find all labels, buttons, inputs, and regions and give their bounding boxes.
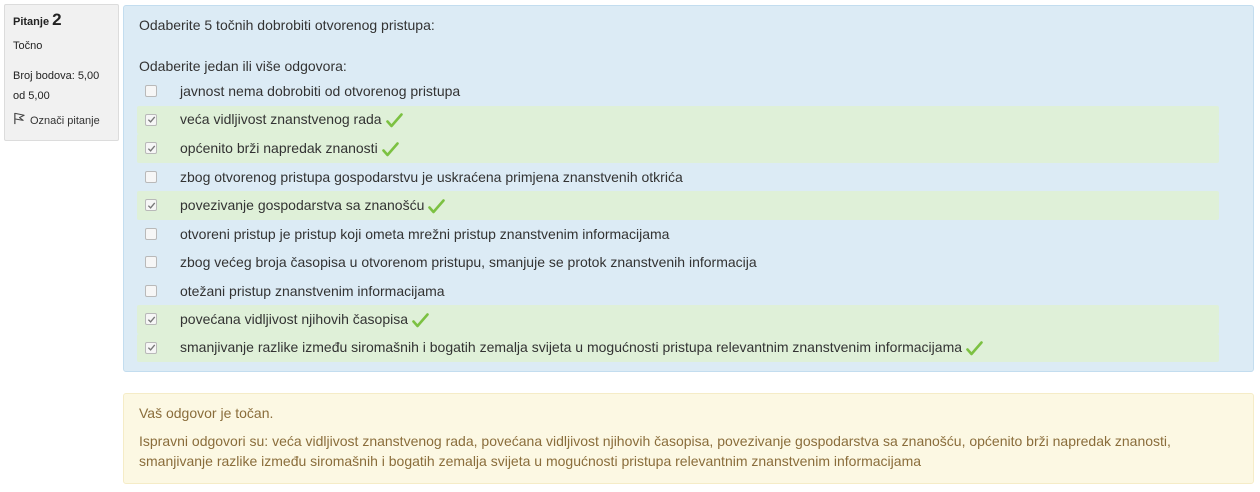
grade-line-1: Broj bodova: 5,00: [13, 70, 100, 82]
answer-option[interactable]: općenito brži napredak znanosti: [137, 134, 1219, 163]
answer-checkbox[interactable]: [145, 199, 157, 211]
answer-option[interactable]: javnost nema dobrobiti od otvorenog pris…: [137, 77, 1219, 106]
question-grade: Broj bodova: 5,00 od 5,00: [13, 66, 110, 106]
answer-label: javnost nema dobrobiti od otvorenog pris…: [180, 83, 461, 100]
question-number: 2: [52, 10, 62, 29]
question-label: Pitanje: [13, 16, 50, 28]
answer-prompt: Odaberite jedan ili više odgovora:: [139, 58, 347, 74]
answer-checkbox[interactable]: [145, 113, 157, 126]
answer-option[interactable]: smanjivanje razlike između siromašnih i …: [137, 333, 1219, 362]
question-state: Točno: [13, 40, 43, 52]
answer-label: zbog većeg broja časopisa u otvorenom pr…: [180, 254, 757, 271]
answer-checkbox[interactable]: [145, 85, 157, 97]
answer-label: zbog otvorenog pristupa gospodarstvu je …: [180, 168, 683, 185]
correct-check-icon: [428, 198, 446, 213]
answer-checkbox[interactable]: [145, 227, 157, 240]
answer-checkbox[interactable]: [145, 170, 157, 183]
answer-checkbox[interactable]: [145, 142, 157, 154]
answer-option[interactable]: veća vidljivost znanstvenog rada: [137, 105, 1219, 134]
right-answer-text: Ispravni odgovori su: veća vidljivost zn…: [139, 433, 1171, 469]
correct-check-icon: [966, 341, 983, 356]
question-formulation: Odaberite 5 točnih dobrobiti otvorenog p…: [123, 5, 1254, 372]
answer-option[interactable]: povećana vidljivost njihovih časopisa: [137, 305, 1219, 334]
answer-option[interactable]: povezivanje gospodarstva sa znanošću: [137, 191, 1219, 220]
correct-check-icon: [385, 113, 403, 128]
answer-option[interactable]: zbog otvorenog pristupa gospodarstvu je …: [137, 163, 1219, 192]
answer-option[interactable]: zbog većeg broja časopisa u otvorenom pr…: [137, 248, 1219, 277]
correct-check-icon: [381, 141, 399, 156]
answer-option[interactable]: otežani pristup znanstvenim informacijam…: [137, 277, 1219, 306]
question-info-panel: Pitanje 2 Točno Broj bodova: 5,00 od 5,0…: [4, 4, 119, 141]
answer-label: otežani pristup znanstvenim informacijam…: [180, 282, 445, 299]
general-feedback: Vaš odgovor je točan.: [139, 405, 274, 421]
answer-label: smanjivanje razlike između siromašnih i …: [180, 339, 983, 356]
answer-label: veća vidljivost znanstvenog rada: [180, 111, 403, 128]
answer-label: otvoreni pristup je pristup koji ometa m…: [180, 225, 670, 242]
answer-label: povećana vidljivost njihovih časopisa: [180, 311, 429, 328]
flag-question-label: Označi pitanje: [30, 115, 100, 127]
answer-option[interactable]: otvoreni pristup je pristup koji ometa m…: [137, 220, 1219, 249]
flag-icon: [13, 112, 26, 130]
correct-check-icon: [412, 312, 429, 327]
answer-list: javnost nema dobrobiti od otvorenog pris…: [137, 77, 1219, 362]
grade-line-2: od 5,00: [13, 90, 50, 102]
answer-checkbox[interactable]: [145, 341, 157, 354]
feedback-panel: Vaš odgovor je točan. Ispravni odgovori …: [123, 393, 1254, 484]
question-text: Odaberite 5 točnih dobrobiti otvorenog p…: [139, 17, 435, 33]
answer-checkbox[interactable]: [145, 313, 157, 325]
question-number-line: Pitanje 2: [13, 10, 110, 30]
flag-question-button[interactable]: Označi pitanje: [13, 112, 110, 130]
answer-label: povezivanje gospodarstva sa znanošću: [180, 197, 446, 214]
answer-label: općenito brži napredak znanosti: [180, 140, 399, 157]
answer-checkbox[interactable]: [145, 284, 157, 297]
answer-checkbox[interactable]: [145, 256, 157, 268]
